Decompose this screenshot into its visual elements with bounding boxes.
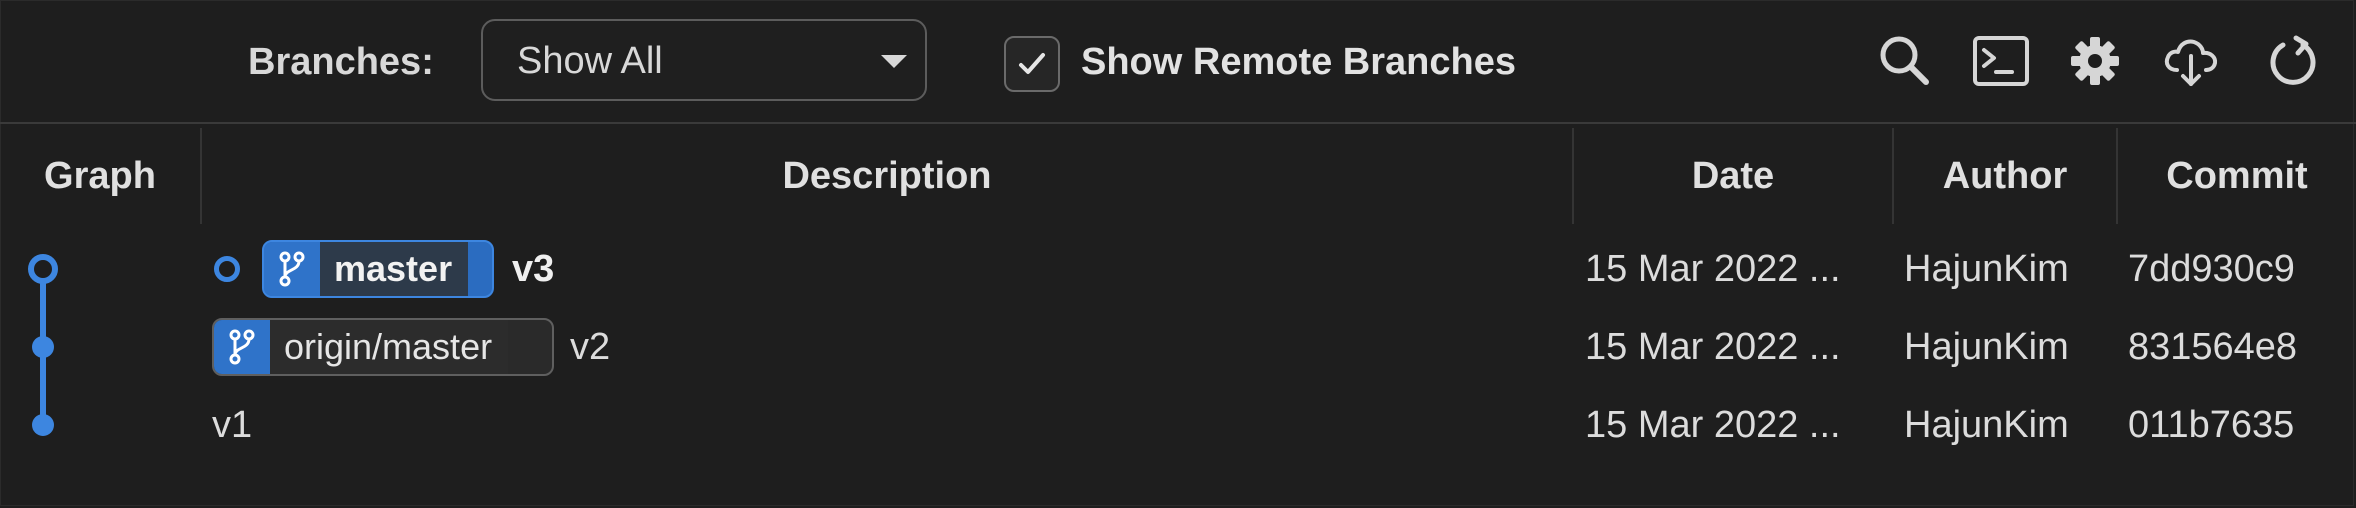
commit-row[interactable]: origin/master v2 15 Mar 2022 ... HajunKi… — [0, 308, 2356, 386]
commit-author: HajunKim — [1904, 326, 2069, 368]
branch-tag-local[interactable]: master — [262, 240, 494, 298]
commit-hash: 011b7635 — [2128, 404, 2295, 446]
commit-row[interactable]: master v3 15 Mar 2022 ... HajunKim 7dd93… — [0, 230, 2356, 308]
search-icon[interactable] — [1874, 30, 1936, 92]
branches-select[interactable]: Show All — [481, 19, 927, 101]
cloud-download-icon[interactable] — [2160, 30, 2222, 92]
commit-message: v3 — [512, 248, 555, 290]
column-header: Graph Description Date Author Commit — [0, 126, 2356, 226]
branch-icon — [264, 242, 320, 296]
head-indicator-icon — [214, 256, 240, 282]
branches-select-value: Show All — [517, 40, 663, 82]
branch-tag-remote[interactable]: origin/master — [212, 318, 554, 376]
column-header-description[interactable]: Description — [202, 126, 1572, 226]
column-header-author[interactable]: Author — [1894, 126, 2116, 226]
commit-author: HajunKim — [1904, 404, 2069, 446]
commit-hash: 831564e8 — [2128, 326, 2298, 368]
commit-date: 15 Mar 2022 ... — [1585, 326, 1841, 368]
branch-icon — [214, 320, 270, 374]
commit-row[interactable]: v1 15 Mar 2022 ... HajunKim 011b7635 — [0, 386, 2356, 464]
commit-message: v1 — [212, 404, 253, 446]
gear-icon[interactable] — [2064, 30, 2126, 92]
chevron-down-icon — [881, 55, 907, 68]
commit-author: HajunKim — [1904, 248, 2069, 290]
show-remote-branches-checkbox[interactable] — [1004, 36, 1060, 92]
commit-hash: 7dd930c9 — [2128, 248, 2295, 290]
branch-name: master — [320, 242, 469, 296]
branch-name: origin/master — [270, 320, 509, 374]
checkmark-icon — [1019, 53, 1045, 74]
column-header-graph[interactable]: Graph — [0, 126, 200, 226]
toolbar: Branches: Show All Show Remote Branches — [0, 0, 2356, 124]
commit-date: 15 Mar 2022 ... — [1585, 404, 1841, 446]
terminal-icon[interactable] — [1970, 30, 2032, 92]
show-remote-branches-label[interactable]: Show Remote Branches — [1081, 34, 1516, 90]
commit-message: v2 — [570, 326, 611, 368]
commit-date: 15 Mar 2022 ... — [1585, 248, 1841, 290]
refresh-icon[interactable] — [2262, 30, 2324, 92]
column-header-date[interactable]: Date — [1574, 126, 1892, 226]
branches-label: Branches: — [248, 41, 434, 83]
column-header-commit[interactable]: Commit — [2118, 126, 2356, 226]
